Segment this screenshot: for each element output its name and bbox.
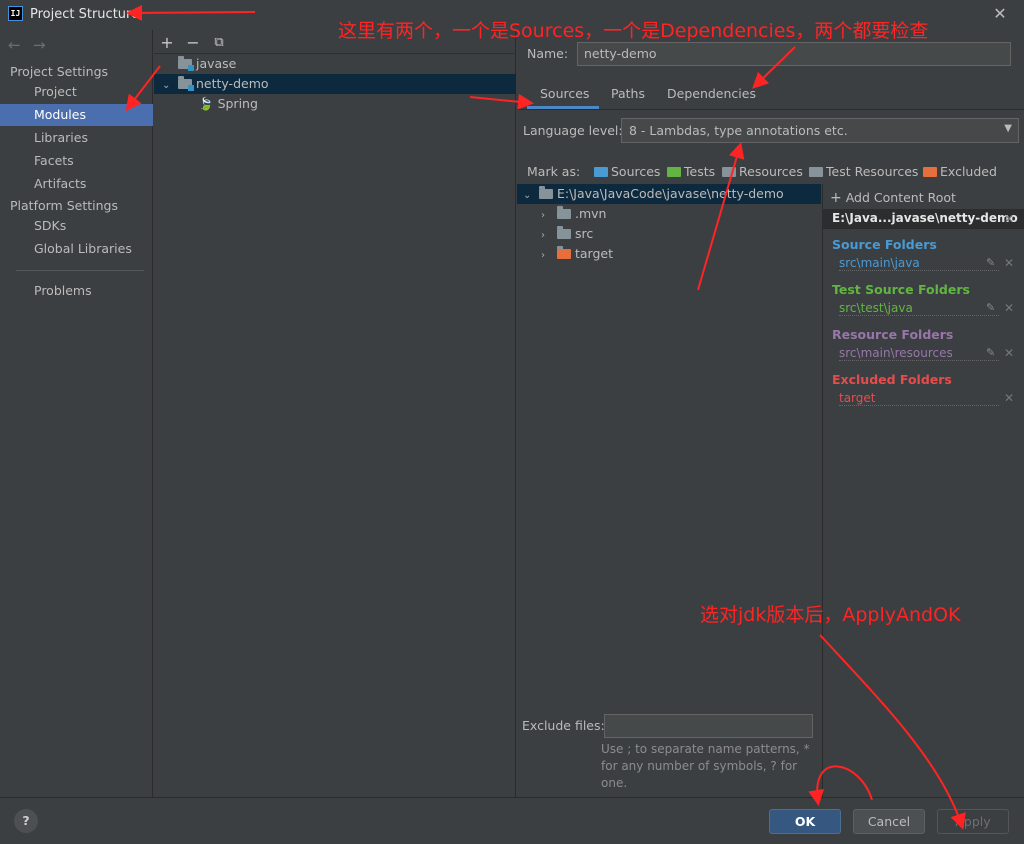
source-folder-path: src\main\java [839, 256, 999, 271]
annotation-bottom-note: 选对jdk版本后，ApplyAndOK [700, 604, 961, 626]
module-folder-icon [178, 56, 194, 71]
sidebar-item-artifacts[interactable]: Artifacts [0, 173, 153, 195]
language-level-value: 8 - Lambdas, type annotations etc. [629, 123, 848, 138]
content-root-path: E:\Java\JavaCode\javase\netty-demo [556, 186, 784, 201]
sidebar-item-problems[interactable]: Problems [0, 280, 153, 302]
test-source-folders-heading: Test Source Folders [832, 282, 970, 297]
tree-row-mvn[interactable]: › .mvn [517, 204, 821, 224]
help-button[interactable]: ? [14, 809, 38, 833]
remove-folder-icon[interactable]: ✕ [1004, 391, 1014, 405]
module-label: javase [195, 56, 237, 71]
edit-pencil-icon[interactable]: ✎ [986, 256, 995, 269]
sidebar-item-modules[interactable]: Modules [0, 104, 153, 126]
spring-leaf-icon: 🍃 [198, 96, 214, 111]
mark-as-sources-button[interactable]: Sources [594, 164, 660, 179]
copy-icon[interactable]: ⧉ [210, 35, 228, 50]
tree-row-src[interactable]: › src [517, 224, 821, 244]
edit-pencil-icon[interactable]: ✎ [986, 301, 995, 314]
content-roots-panel [822, 184, 1024, 797]
exclude-files-hint: Use ; to separate name patterns, * for a… [601, 742, 810, 790]
mark-as-label: Mark as: [527, 164, 581, 179]
test-source-folder-path: src\test\java [839, 301, 999, 316]
intellij-app-icon: IJ [8, 6, 23, 21]
tab-paths[interactable]: Paths [611, 86, 645, 108]
chevron-right-icon[interactable]: › [541, 226, 553, 246]
language-level-select[interactable]: 8 - Lambdas, type annotations etc. ▼ [621, 118, 1019, 143]
dropdown-caret-icon: ▼ [1004, 123, 1012, 134]
mark-as-tests-button[interactable]: Tests [667, 164, 715, 179]
tab-sources[interactable]: Sources [540, 86, 589, 108]
mark-as-excluded-button[interactable]: Excluded [923, 164, 997, 179]
mark-as-resources-button[interactable]: Resources [722, 164, 803, 179]
module-label: netty-demo [195, 76, 269, 91]
add-icon[interactable]: + [158, 33, 176, 52]
sidebar-item-sdks[interactable]: SDKs [0, 215, 153, 237]
exclude-files-label: Exclude files: [522, 718, 605, 733]
folder-icon [556, 226, 571, 239]
project-settings-header: Project Settings [10, 64, 109, 79]
name-label: Name: [527, 46, 569, 61]
chevron-down-icon[interactable]: ⌄ [162, 76, 174, 96]
annotation-top-note: 这里有两个，一个是Sources，一个是Dependencies，两个都要检查 [338, 20, 929, 42]
sidebar-divider [16, 270, 144, 271]
plus-icon: + [830, 190, 842, 206]
chevron-right-icon[interactable]: › [541, 206, 553, 226]
tree-row-target[interactable]: › target [517, 244, 821, 264]
module-folder-icon [177, 76, 194, 91]
resource-folders-heading: Resource Folders [832, 327, 954, 342]
back-arrow-icon[interactable]: ← [8, 36, 21, 54]
window-title: Project Structure [30, 7, 140, 22]
excluded-folders-heading: Excluded Folders [832, 372, 952, 387]
remove-folder-icon[interactable]: ✕ [1004, 301, 1014, 315]
language-level-label: Language level: [523, 123, 623, 138]
content-root-row[interactable]: ⌄ E:\Java\JavaCode\javase\netty-demo [517, 184, 821, 204]
exclude-files-input[interactable] [604, 714, 813, 738]
module-row-javase[interactable]: javase [154, 54, 516, 74]
apply-button[interactable]: Apply [937, 809, 1009, 834]
content-root-title: E:\Java...javase\netty-demo [832, 211, 1018, 225]
ok-button[interactable]: OK [769, 809, 841, 834]
excluded-folder-path: target [839, 391, 999, 406]
modules-panel [154, 30, 516, 797]
folder-icon [556, 206, 571, 219]
resources-folder-icon [722, 167, 736, 177]
sidebar-item-libraries[interactable]: Libraries [0, 127, 153, 149]
excluded-folder-icon [556, 246, 571, 259]
chevron-right-icon[interactable]: › [541, 246, 553, 266]
remove-folder-icon[interactable]: ✕ [1004, 346, 1014, 360]
excluded-folder-icon [923, 167, 937, 177]
close-icon[interactable]: ✕ [990, 4, 1010, 24]
mark-as-test-resources-button[interactable]: Test Resources [809, 164, 918, 179]
source-folders-heading: Source Folders [832, 237, 937, 252]
cancel-button[interactable]: Cancel [853, 809, 925, 834]
remove-folder-icon[interactable]: ✕ [1004, 256, 1014, 270]
add-content-root-button[interactable]: + Add Content Root [830, 190, 956, 206]
module-row-netty-demo[interactable]: ⌄ netty-demo [154, 74, 516, 94]
facet-label: Spring [217, 96, 258, 111]
tabs-divider [517, 109, 1024, 110]
tab-dependencies[interactable]: Dependencies [667, 86, 756, 108]
sidebar-item-facets[interactable]: Facets [0, 150, 153, 172]
folder-icon [538, 186, 553, 199]
sources-folder-icon [594, 167, 608, 177]
platform-settings-header: Platform Settings [10, 198, 118, 213]
test-resources-folder-icon [809, 167, 823, 177]
facet-row-spring[interactable]: 🍃 Spring [154, 94, 516, 114]
resource-folder-path: src\main\resources [839, 346, 999, 361]
remove-content-root-icon[interactable]: ✕ [1004, 212, 1014, 226]
remove-icon[interactable]: − [184, 33, 202, 52]
sidebar-item-project[interactable]: Project [0, 81, 153, 103]
tests-folder-icon [667, 167, 681, 177]
forward-arrow-icon[interactable]: → [33, 36, 46, 54]
sidebar-item-global-libraries[interactable]: Global Libraries [0, 238, 153, 260]
module-name-input[interactable]: netty-demo [577, 42, 1011, 66]
chevron-down-icon[interactable]: ⌄ [523, 186, 535, 206]
edit-pencil-icon[interactable]: ✎ [986, 346, 995, 359]
